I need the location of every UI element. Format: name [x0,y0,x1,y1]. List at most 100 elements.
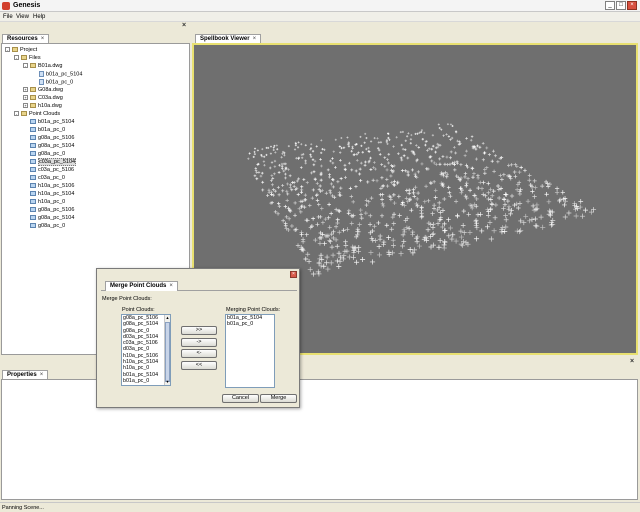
collapse-icon[interactable]: - [5,47,10,53]
point-marker [369,156,372,160]
point-marker [424,143,427,147]
tree-node[interactable]: c03a_pc_5104 [23,158,77,166]
menu-view[interactable]: View [16,14,29,20]
point-marker [505,198,511,204]
tree-node[interactable]: - B01a.dwg [23,63,62,69]
point-marker [282,162,286,166]
tree-node[interactable]: b01a_pc_0 [32,79,73,85]
point-marker [364,160,367,164]
point-marker [409,138,413,141]
tree-node[interactable]: + G08a.dwg [23,87,63,93]
list-item[interactable]: b01a_pc_0 [122,378,170,384]
add-all-button[interactable]: >> [181,326,217,335]
merging-point-clouds-list[interactable]: b01a_pc_5104 b01a_pc_0 [225,314,275,388]
tree-node[interactable]: + C03a.dwg [23,95,63,101]
point-marker [317,241,323,246]
close-tab-icon[interactable]: × [40,372,44,378]
point-marker [468,188,473,193]
point-marker [532,194,537,199]
point-clouds-list[interactable]: ▲ ▼ g08a_pc_5106 g08a_pc_5104 g08a_pc_0 d03… [121,314,171,386]
point-marker [283,223,288,228]
close-window-button[interactable]: × [627,1,637,10]
collapse-icon[interactable]: - [14,111,19,117]
point-marker [276,185,280,189]
point-marker [259,174,263,178]
remove-all-button[interactable]: << [181,361,217,370]
tree-node[interactable]: - Files [14,55,41,61]
close-tab-icon[interactable]: × [253,36,257,42]
tree-node[interactable]: - Project [5,47,37,53]
point-marker [270,174,274,178]
tree-node[interactable]: g08a_pc_5106 [23,135,74,141]
point-marker [322,241,327,246]
tree-node[interactable]: g08a_pc_5106 [23,207,74,213]
remove-button[interactable]: <- [181,349,217,358]
point-marker [445,155,449,159]
scrollbar[interactable]: ▲ ▼ [164,315,170,385]
tree-node[interactable]: g08a_pc_5104 [23,143,74,149]
tree-node[interactable]: b01a_pc_5104 [32,71,82,77]
collapse-icon[interactable]: - [14,55,19,61]
tree-node[interactable]: h10a_pc_0 [23,199,65,205]
tab-merge-point-clouds[interactable]: Merge Point Clouds × [105,281,178,291]
point-marker [263,163,266,167]
point-marker [437,200,442,205]
point-marker [311,150,315,153]
point-marker [395,136,398,139]
document-icon [39,71,44,77]
tree-node[interactable]: b01a_pc_0 [23,127,65,133]
point-marker [320,164,323,168]
menu-file[interactable]: File [3,14,13,20]
cancel-button[interactable]: Cancel [222,394,259,403]
dialog-close-button[interactable]: × [290,271,297,278]
tree-node[interactable]: c03a_pc_5106 [23,167,74,173]
point-marker [478,212,483,217]
point-marker [328,191,333,195]
point-marker [341,228,346,233]
tree-node[interactable]: g08a_pc_5104 [23,215,74,221]
point-marker [320,220,325,225]
point-marker [519,165,523,170]
tree-node[interactable]: h10a_pc_5104 [23,191,74,197]
tree-node[interactable]: g08a_pc_0 [23,223,65,229]
tree-node[interactable]: + h10a.dwg [23,103,62,109]
point-marker [276,212,280,216]
point-marker [364,132,367,135]
collapse-icon[interactable]: - [23,63,28,69]
menu-help[interactable]: Help [33,14,45,20]
scroll-down-icon[interactable]: ▼ [165,379,170,385]
list-item[interactable]: b01a_pc_0 [226,321,274,327]
expand-icon[interactable]: + [23,95,28,101]
point-marker [358,172,362,176]
close-resources-icon[interactable]: × [182,22,186,29]
tree-node[interactable]: h10a_pc_5106 [23,183,74,189]
point-marker [256,149,259,152]
tree-node[interactable]: g08a_pc_0 [23,151,65,157]
project-icon [12,47,18,53]
expand-icon[interactable]: + [23,103,28,109]
close-tab-icon[interactable]: × [169,283,173,289]
maximize-button[interactable]: □ [616,1,626,10]
point-marker [448,194,453,199]
expand-icon[interactable]: + [23,87,28,93]
minimize-button[interactable]: _ [605,1,615,10]
point-marker [476,173,480,178]
point-marker [312,170,316,174]
add-button[interactable]: -> [181,338,217,347]
status-bar: Panning Scene... [0,502,640,512]
close-properties-icon[interactable]: × [630,358,634,365]
tree-node-label: B01a.dwg [38,63,63,69]
point-marker [376,137,379,140]
point-marker [247,157,250,160]
scroll-thumb[interactable] [165,322,170,382]
close-tab-icon[interactable]: × [41,36,45,42]
tree-node[interactable]: - Point Clouds [14,111,60,117]
point-marker [458,178,463,182]
point-marker [430,225,436,230]
point-marker [485,213,491,218]
tree-node[interactable]: c03a_pc_0 [23,175,65,181]
tree-node[interactable]: b01a_pc_5104 [23,119,74,125]
scroll-up-icon[interactable]: ▲ [165,315,170,321]
merge-button[interactable]: Merge [260,394,297,403]
point-marker [378,153,382,156]
